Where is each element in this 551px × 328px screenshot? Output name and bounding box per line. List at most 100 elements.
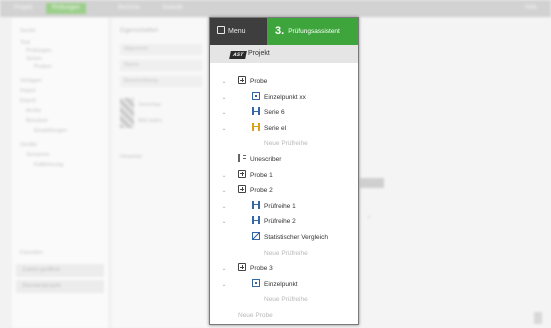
nav-item[interactable]: Vorlagen <box>20 78 42 85</box>
load-image-link[interactable]: Bild laden <box>138 118 162 124</box>
tree-item-label: Probe 3 <box>250 265 273 273</box>
tree-item-label: Probe <box>250 78 268 85</box>
properties-field[interactable]: Allgemein <box>120 44 202 55</box>
expand-caret-icon[interactable]: ⌄ <box>218 170 230 182</box>
tree-item[interactable]: ⌄ Einzelpunkt <box>222 278 298 291</box>
new-entry-item[interactable]: Neue Probe <box>238 310 273 322</box>
tree-item-label: Neue Prüfreihe <box>264 249 308 257</box>
statistic-icon <box>252 232 260 240</box>
help-link[interactable]: Hilfe <box>525 3 537 14</box>
tree-item[interactable]: ⌄ Probe 2 <box>222 185 273 197</box>
recent-item[interactable]: Zuletzt geöffnet <box>16 264 104 277</box>
tab-projekt[interactable]: Projekt <box>8 3 39 14</box>
probe-icon <box>238 185 246 194</box>
tab-pruefungen[interactable]: Prüfungen <box>46 3 86 14</box>
probe-icon <box>238 263 246 272</box>
tree-item-label: Neue Prüfreihe <box>264 296 308 304</box>
tree-item-label: Neue Probe <box>238 312 273 319</box>
nav-item[interactable]: Import <box>20 88 36 95</box>
tree-item[interactable]: ⌄ Probe 1 <box>222 169 273 182</box>
chevron-icon: ⌄ <box>366 213 372 220</box>
new-entry-item[interactable]: Neue Prüfreihe <box>264 248 308 260</box>
single-point-icon <box>252 91 260 100</box>
nav-item[interactable]: Archiv <box>26 108 41 115</box>
tree-item[interactable]: ⌄ Probe <box>222 76 268 88</box>
nav-item[interactable]: Benutzer <box>26 118 48 125</box>
unesc-icon <box>238 154 246 162</box>
series-icon <box>252 200 260 209</box>
section-label: Favoriten <box>20 250 43 256</box>
tree-item[interactable]: Unescriber <box>238 154 281 166</box>
tree-item-label: Neue Prüfreihe <box>264 140 308 148</box>
tree-item-label: Probe 2 <box>250 187 273 195</box>
expand-caret-icon[interactable]: ⌄ <box>218 216 230 228</box>
nav-item[interactable]: Prüfungen <box>26 48 51 55</box>
properties-header: Eigenschaften <box>120 28 159 34</box>
expand-caret-icon[interactable]: ⌄ <box>218 123 230 135</box>
menu-icon <box>217 26 225 34</box>
tree-item-label: Statistischer Vergleich <box>264 234 328 241</box>
nav-item[interactable]: Einstellungen <box>34 128 67 135</box>
work-area <box>360 18 551 328</box>
nav-item[interactable]: Test <box>20 40 30 47</box>
series-icon <box>252 216 260 225</box>
properties-panel: Eigenschaften Allgemein Name Beschreibun… <box>112 18 208 328</box>
nav-item[interactable]: Sensoren <box>26 152 50 159</box>
expand-caret-icon[interactable]: ⌄ <box>218 279 230 291</box>
expand-caret-icon[interactable]: ⌄ <box>218 263 230 275</box>
notes-label: Hinweise <box>120 154 143 160</box>
tree-item[interactable]: ⌄ Einzelpunkt xx <box>222 91 306 104</box>
project-menu-dropdown: Menu 3. Prüfungsassistent AST Projekt ⌄ Pro… <box>209 17 359 325</box>
wizard-step-label: Prüfungsassistent <box>288 28 340 35</box>
tree-item-label: Prüfreihe 2 <box>264 218 296 226</box>
tab-berichte[interactable]: Berichte <box>112 3 146 14</box>
tree-item[interactable]: ⌄ Probe 3 <box>222 263 273 275</box>
new-entry-item[interactable]: Neue Prüfreihe <box>264 294 308 306</box>
properties-field[interactable]: Beschreibung <box>120 76 202 87</box>
expand-caret-icon[interactable]: ⌄ <box>218 76 230 88</box>
nav-item[interactable]: Serien <box>26 56 42 63</box>
expand-caret-icon[interactable]: ⌄ <box>218 185 230 197</box>
tree-item[interactable]: Statistischer Vergleich <box>252 232 328 244</box>
menu-button-label: Menu <box>228 28 246 35</box>
new-entry-item[interactable]: Neue Prüfreihe <box>264 138 308 150</box>
expand-caret-icon[interactable]: ⌄ <box>218 92 230 104</box>
work-area-chip <box>360 178 384 188</box>
recent-item[interactable]: Standardprojekt <box>16 280 104 293</box>
top-bar: Projekt Prüfungen Berichte Statistik Hil… <box>0 0 551 17</box>
wizard-step-number: 3. <box>275 25 285 37</box>
nav-item[interactable]: Proben <box>34 64 52 71</box>
properties-field[interactable]: Name <box>120 60 202 71</box>
menu-header: Menu 3. Prüfungsassistent <box>210 18 358 45</box>
expand-caret-icon[interactable]: ⌄ <box>218 201 230 213</box>
tree-item[interactable]: ⌄ Serie 6 <box>222 107 285 119</box>
tree-item-label: Serie 6 <box>264 109 285 117</box>
tab-statistik[interactable]: Statistik <box>156 3 189 14</box>
left-navigation-panel: Suche Test Prüfungen Serien Proben Vorla… <box>12 18 108 328</box>
nav-item[interactable]: Export <box>20 98 36 105</box>
probe-icon <box>238 169 246 178</box>
nav-item[interactable]: Geräte <box>20 142 37 149</box>
tree-item[interactable]: ⌄ Prüfreihe 2 <box>222 216 296 228</box>
nav-item[interactable]: Kalibrierung <box>34 162 63 169</box>
tree-item[interactable]: ⌄ Serie el <box>222 122 287 135</box>
preview-label: Vorschau <box>138 102 161 108</box>
brand-logo: AST <box>229 51 247 59</box>
probe-icon <box>238 76 246 84</box>
tree-item-label: Prüfreihe 1 <box>264 202 296 210</box>
tree-item-label: Einzelpunkt <box>264 280 298 288</box>
expand-caret-icon[interactable]: ⌄ <box>218 107 230 119</box>
wizard-step-button[interactable]: 3. Prüfungsassistent <box>267 18 358 45</box>
series-yellow-icon <box>252 122 260 131</box>
tree-item-label: Probe 1 <box>250 171 273 179</box>
tree-item-label: Unescriber <box>250 156 282 163</box>
project-row[interactable]: AST Projekt <box>210 45 358 63</box>
tree-item[interactable]: ⌄ Prüfreihe 1 <box>222 200 296 213</box>
tree-item-label: Serie el <box>264 124 287 132</box>
preview-thumbnail <box>120 98 134 128</box>
scroll-handle[interactable] <box>534 312 542 324</box>
series-icon <box>252 107 260 116</box>
menu-button[interactable]: Menu <box>210 18 267 45</box>
nav-item[interactable]: Suche <box>20 28 36 35</box>
project-label: Projekt <box>248 50 270 57</box>
